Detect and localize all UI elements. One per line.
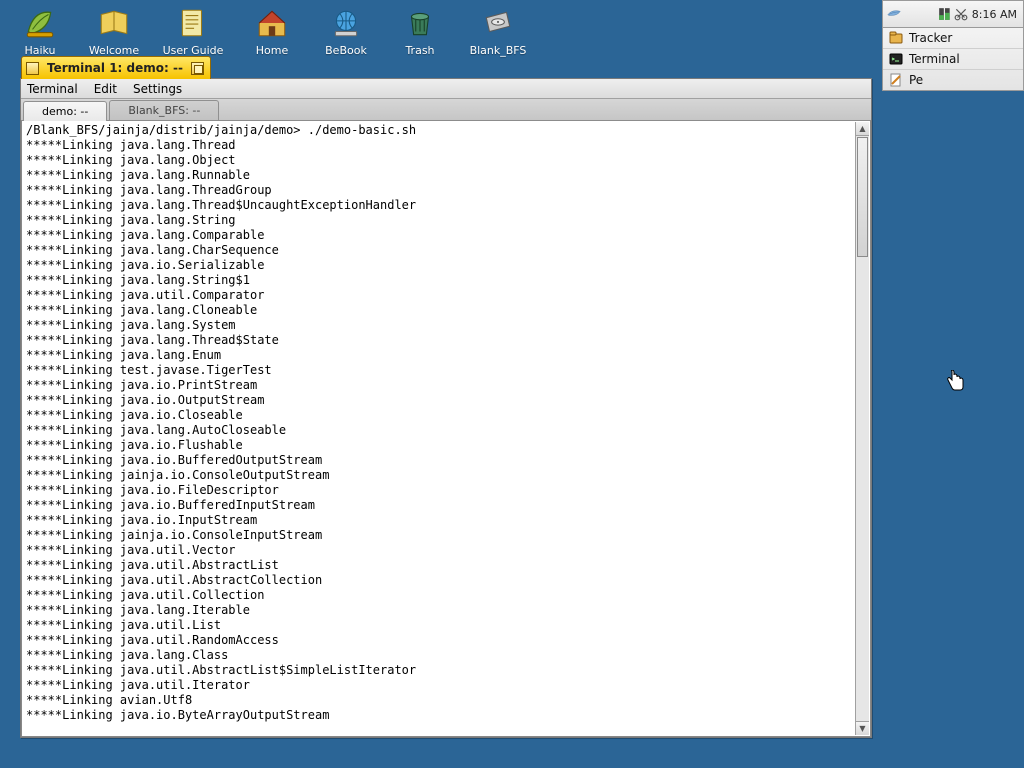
desktop-icon-bebook[interactable]: BeBook xyxy=(320,4,372,57)
desktop-icon-label: Haiku xyxy=(24,42,55,57)
menu-edit[interactable]: Edit xyxy=(94,82,117,96)
scrollbar-vertical[interactable]: ▲ ▼ xyxy=(855,122,869,735)
terminal-output[interactable]: /Blank_BFS/jainja/distrib/jainja/demo> .… xyxy=(22,121,870,736)
terminal-tabbar: demo: -- Blank_BFS: -- xyxy=(21,99,871,121)
desktop-icon-label: Blank_BFS xyxy=(470,42,527,57)
drive-icon xyxy=(479,4,517,42)
trash-icon xyxy=(401,4,439,42)
menu-settings[interactable]: Settings xyxy=(133,82,182,96)
deskbar: 8:16 AM Tracker Terminal Pe xyxy=(882,0,1024,91)
desktop-icon-haiku[interactable]: Haiku xyxy=(14,4,66,57)
desktop-icon-label: User Guide xyxy=(163,42,224,57)
terminal-area: /Blank_BFS/jainja/distrib/jainja/demo> .… xyxy=(21,121,871,737)
tray-status-icons xyxy=(938,7,968,21)
menubar: Terminal Edit Settings xyxy=(21,79,871,99)
tab-label: demo: -- xyxy=(42,105,88,118)
cursor-hand-icon xyxy=(946,370,966,392)
close-button[interactable] xyxy=(26,62,39,75)
desktop-icon-trash[interactable]: Trash xyxy=(394,4,446,57)
menu-terminal[interactable]: Terminal xyxy=(27,82,78,96)
window-title-tab[interactable]: Terminal 1: demo: -- xyxy=(21,56,211,79)
deskbar-tray[interactable]: 8:16 AM xyxy=(882,0,1024,28)
terminal-tab-demo[interactable]: demo: -- xyxy=(23,101,107,121)
scroll-up-icon[interactable]: ▲ xyxy=(856,122,869,136)
globe-icon xyxy=(327,4,365,42)
deskbar-tasklist: Tracker Terminal Pe xyxy=(882,28,1024,91)
scroll-thumb[interactable] xyxy=(857,137,868,257)
desktop-icon-label: Home xyxy=(256,42,288,57)
tracker-icon xyxy=(889,31,903,45)
leaf-menu-icon[interactable] xyxy=(887,6,934,23)
scissors-icon xyxy=(954,7,968,21)
leaf-icon xyxy=(21,4,59,42)
desktop-icon-label: Welcome xyxy=(89,42,139,57)
task-label: Terminal xyxy=(909,52,960,66)
task-label: Pe xyxy=(909,73,923,87)
document-icon xyxy=(174,4,212,42)
desktop-icon-home[interactable]: Home xyxy=(246,4,298,57)
task-pe[interactable]: Pe xyxy=(883,69,1023,90)
terminal-window: Terminal 1: demo: -- Terminal Edit Setti… xyxy=(20,78,872,738)
tab-label: Blank_BFS: -- xyxy=(128,104,200,117)
desktop-icon-userguide[interactable]: User Guide xyxy=(162,4,224,57)
task-label: Tracker xyxy=(909,31,952,45)
window-title: Terminal 1: demo: -- xyxy=(47,61,183,75)
desktop-icon-welcome[interactable]: Welcome xyxy=(88,4,140,57)
zoom-button[interactable] xyxy=(191,62,204,75)
pe-icon xyxy=(889,73,903,87)
task-tracker[interactable]: Tracker xyxy=(883,28,1023,48)
desktop-icons: Haiku Welcome User Guide Home BeBook Tra… xyxy=(14,4,528,57)
terminal-tab-blankbfs[interactable]: Blank_BFS: -- xyxy=(109,100,219,120)
book-icon xyxy=(95,4,133,42)
scroll-down-icon[interactable]: ▼ xyxy=(856,721,869,735)
desktop-icon-blankbfs[interactable]: Blank_BFS xyxy=(468,4,528,57)
desktop-icon-label: BeBook xyxy=(325,42,367,57)
desktop-icon-label: Trash xyxy=(405,42,434,57)
terminal-icon xyxy=(889,52,903,66)
cpu-meter-icon xyxy=(938,7,952,21)
task-terminal[interactable]: Terminal xyxy=(883,48,1023,69)
home-icon xyxy=(253,4,291,42)
clock[interactable]: 8:16 AM xyxy=(972,8,1017,21)
